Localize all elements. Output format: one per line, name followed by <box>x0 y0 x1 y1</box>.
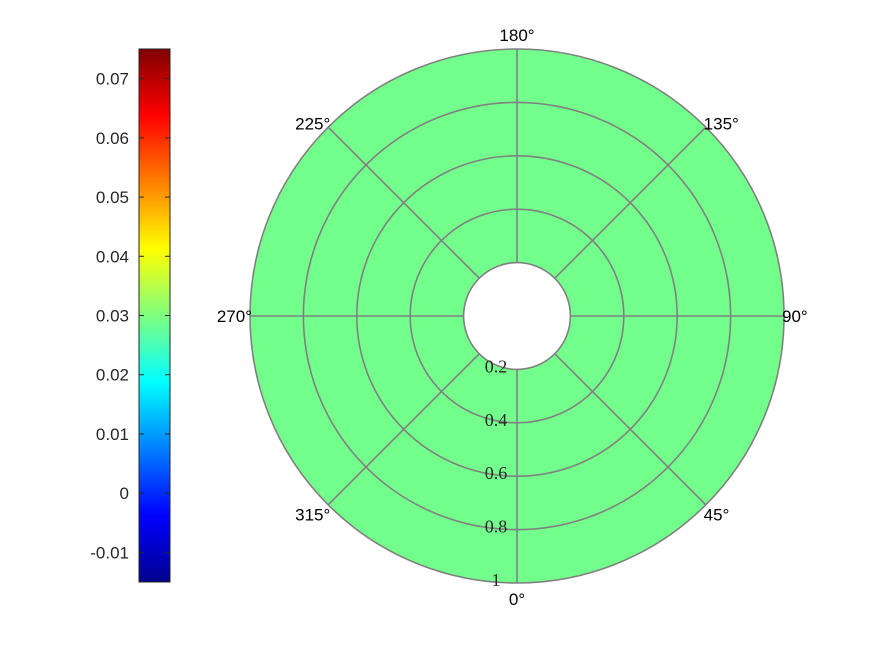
colorbar-tick-label: 0.05 <box>96 188 129 207</box>
radial-tick-label: 0.8 <box>485 517 508 537</box>
colorbar-tick-label: 0.04 <box>96 247 129 266</box>
colorbar-tick-label: -0.01 <box>90 543 129 562</box>
radial-tick-label: 0.2 <box>485 356 508 376</box>
colorbar-tick-label: 0.03 <box>96 307 129 326</box>
colorbar-tick-label: 0.06 <box>96 129 129 148</box>
colorbar-tick-label: 0 <box>120 484 129 503</box>
angular-tick-label: 135° <box>704 114 739 133</box>
angular-tick-label: 0° <box>509 590 525 609</box>
radial-tick-label: 1 <box>492 570 501 590</box>
polar-chart-figure: -0.01 0 0.01 0.02 0.03 0.04 0.05 0.06 0.07 0° 45°… <box>90 26 808 609</box>
polar-plot: 0° 45° 90° 135° 180° 225° 270° 315° 0.2 0.4 0.6 0.… <box>217 26 808 609</box>
radial-tick-label: 0.4 <box>485 410 508 430</box>
colorbar-tick-label: 0.02 <box>96 366 129 385</box>
angular-tick-label: 180° <box>499 26 534 45</box>
angular-tick-label: 225° <box>295 114 330 133</box>
radial-tick-label: 0.6 <box>485 463 508 483</box>
radial-grid-circle <box>462 261 572 371</box>
angular-tick-label: 315° <box>295 506 330 525</box>
angular-tick-label: 45° <box>704 506 730 525</box>
colorbar-tick-label: 0.01 <box>96 425 129 444</box>
angular-tick-label: 270° <box>217 307 252 326</box>
colorbar: -0.01 0 0.01 0.02 0.03 0.04 0.05 0.06 0.07 <box>90 48 171 583</box>
angular-tick-label: 90° <box>782 307 808 326</box>
colorbar-tick-label: 0.07 <box>96 70 129 89</box>
